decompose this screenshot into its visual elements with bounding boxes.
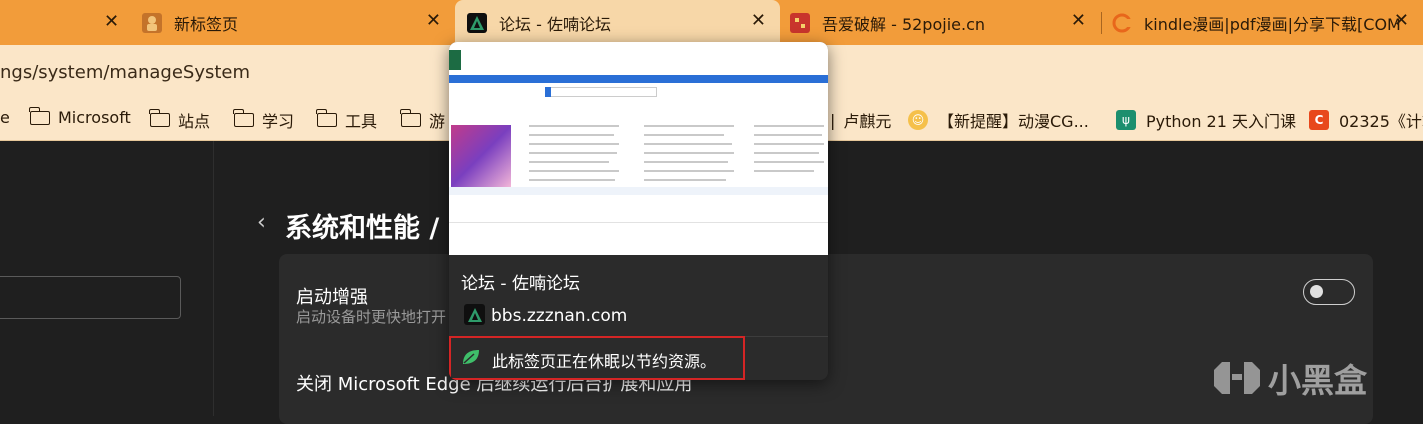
- bookmark-favicon: ☺: [908, 110, 928, 130]
- preview-line: [644, 143, 732, 145]
- preview-search-button: [545, 87, 551, 97]
- tab-52pojie[interactable]: 吾爱破解 - 52pojie.cn ✕: [780, 0, 1100, 45]
- tab-hover-card: 论坛 - 佐喃论坛 bbs.zzznan.com 此标签页正在休眠以节约资源。: [449, 42, 828, 380]
- tab-title: 新标签页: [174, 14, 239, 34]
- preview-line: [644, 152, 734, 154]
- hover-card-domain: bbs.zzznan.com: [491, 306, 628, 326]
- preview-line: [529, 134, 614, 136]
- bookmark-item[interactable]: | 卢麒元: [830, 108, 891, 132]
- sleeping-leaf-icon: [463, 350, 479, 364]
- settings-search-input[interactable]: [0, 276, 181, 319]
- tab-new-tab[interactable]: 新标签页 ✕: [130, 0, 455, 45]
- bookmark-folder-sites[interactable]: 站点: [149, 108, 211, 132]
- page-title: 系统和性能 /: [285, 213, 440, 244]
- bookmark-label: 游: [429, 112, 446, 131]
- close-icon[interactable]: ✕: [426, 11, 441, 31]
- preview-rule: [449, 222, 828, 223]
- preview-search: [545, 87, 657, 97]
- toggle-knob: [1310, 285, 1323, 298]
- bookmark-item[interactable]: C 02325《计算: [1309, 108, 1423, 132]
- site-favicon-icon: [464, 304, 485, 325]
- bookmark-label: 学习: [262, 112, 295, 131]
- folder-icon: [233, 109, 254, 127]
- preview-line: [529, 152, 617, 154]
- sleeping-tab-status: 此标签页正在休眠以节约资源。: [492, 352, 717, 371]
- preview-line: [644, 161, 728, 163]
- back-chevron-icon[interactable]: ‹: [257, 210, 266, 235]
- url-text[interactable]: ngs/system/manageSystem: [0, 62, 250, 83]
- bookmark-label: 卢麒元: [843, 112, 892, 131]
- bookmark-label: e: [0, 108, 10, 127]
- bookmark-folder-microsoft[interactable]: Microsoft: [29, 106, 131, 127]
- bookmark-folder-study[interactable]: 学习: [233, 108, 295, 132]
- preview-line: [754, 161, 824, 163]
- tab-zzznan[interactable]: 论坛 - 佐喃论坛 ✕: [455, 0, 780, 45]
- tab-favicon: [1112, 13, 1132, 33]
- bookmark-folder-tools[interactable]: 工具: [316, 108, 378, 132]
- tab-title: kindle漫画|pdf漫画|分享下载[COM: [1144, 14, 1401, 34]
- heybox-logo-icon: [1214, 362, 1260, 394]
- bookmark-favicon: C: [1309, 110, 1329, 130]
- folder-icon: [149, 109, 170, 127]
- tab-favicon: [142, 12, 162, 33]
- tab-title: 吾爱破解 - 52pojie.cn: [822, 14, 986, 34]
- tab-kindle[interactable]: kindle漫画|pdf漫画|分享下载[COM ✕: [1102, 0, 1423, 45]
- preview-line: [529, 161, 609, 163]
- bookmark-item[interactable]: e: [0, 108, 10, 127]
- preview-banner-image: [451, 125, 511, 187]
- bookmark-label: Microsoft: [58, 108, 131, 127]
- bookmark-item[interactable]: ψ Python 21 天入门课: [1116, 108, 1296, 132]
- bookmark-label: 工具: [345, 112, 378, 131]
- preview-navbar: [449, 75, 828, 83]
- hover-card-title: 论坛 - 佐喃论坛: [461, 274, 580, 294]
- tab-strip: ✕ 新标签页 ✕ 论坛 - 佐喃论坛 ✕ 吾爱破解 - 52pojie.cn ✕…: [0, 0, 1423, 45]
- preview-line: [529, 179, 615, 181]
- preview-line: [644, 134, 724, 136]
- preview-line: [644, 179, 726, 181]
- preview-line: [529, 170, 619, 172]
- bookmark-folder-games[interactable]: 游: [400, 108, 446, 132]
- preview-line: [754, 143, 824, 145]
- bookmark-label: Python 21 天入门课: [1146, 112, 1296, 131]
- preview-line: [529, 125, 619, 127]
- close-icon[interactable]: ✕: [1394, 11, 1409, 31]
- bookmark-label: 02325《计算: [1339, 112, 1423, 131]
- preview-band: [449, 187, 828, 195]
- folder-icon: [29, 106, 50, 125]
- preview-line: [754, 152, 819, 154]
- bookmark-favicon: ψ: [1116, 110, 1136, 130]
- tab-title: 论坛 - 佐喃论坛: [499, 14, 611, 34]
- preview-logo: [449, 50, 461, 70]
- tab-preview-thumbnail: [449, 42, 828, 255]
- preview-line: [754, 170, 814, 172]
- preview-line: [644, 170, 734, 172]
- bookmark-label: 站点: [178, 112, 211, 131]
- close-icon[interactable]: ✕: [1071, 11, 1086, 31]
- preview-line: [754, 134, 822, 136]
- preview-line: [644, 125, 734, 127]
- preview-line: [754, 125, 824, 127]
- startup-boost-desc: 启动设备时更快地打开: [296, 308, 447, 326]
- folder-icon: [400, 109, 421, 127]
- bookmark-separator: |: [830, 110, 836, 130]
- startup-boost-toggle[interactable]: [1303, 279, 1355, 305]
- preview-line: [529, 143, 619, 145]
- watermark-text: 小黑盒: [1268, 361, 1367, 400]
- tab-favicon: [467, 12, 487, 33]
- nav-divider: [213, 141, 214, 416]
- watermark: 小黑盒: [1212, 354, 1367, 402]
- close-icon[interactable]: ✕: [751, 11, 766, 31]
- tab-favicon: [790, 12, 810, 33]
- folder-icon: [316, 109, 337, 127]
- bookmark-item[interactable]: ☺ 【新提醒】动漫CG...: [908, 108, 1089, 132]
- close-icon[interactable]: ✕: [104, 11, 119, 32]
- bookmark-label: 【新提醒】动漫CG...: [938, 112, 1089, 131]
